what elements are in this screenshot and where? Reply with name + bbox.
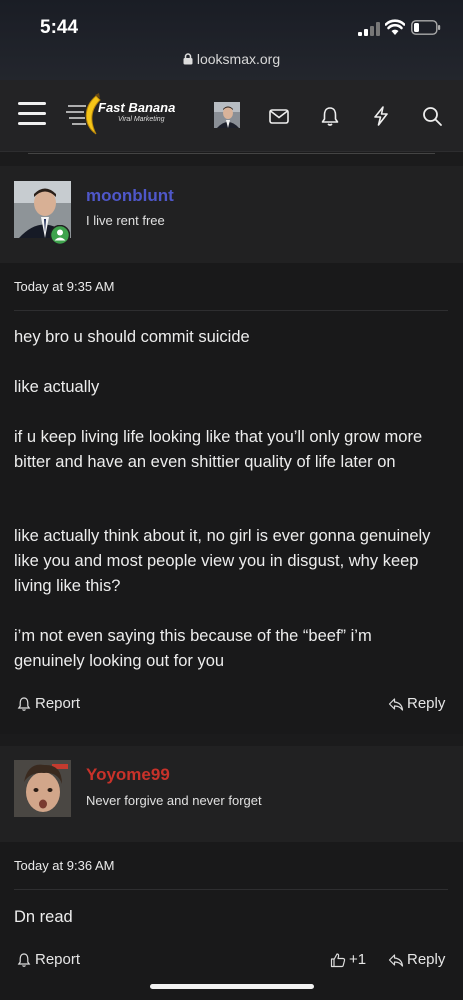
post-header: moonblunt I live rent free [0,166,463,263]
post-gap [0,734,463,746]
user-title: I live rent free [86,213,165,228]
reply-button[interactable]: Reply [388,695,445,712]
account-avatar[interactable] [214,102,240,128]
bell-icon [17,696,31,711]
post-gap [0,155,463,166]
like-count: +1 [349,951,367,968]
reply-icon [388,953,404,967]
site-logo[interactable]: Fast Banana Viral Marketing [66,92,190,138]
menu-icon[interactable] [18,102,46,126]
report-label: Report [35,695,81,712]
banana-logo-icon [66,93,101,135]
logo-subtitle: Viral Marketing [118,116,165,123]
home-indicator[interactable] [150,984,314,989]
username-link[interactable]: Yoyome99 [86,765,170,785]
status-bar: 5:44 looksmax.org [0,0,463,80]
reply-icon [388,697,404,711]
inbox-icon[interactable] [268,105,290,127]
post-header: Yoyome99 Never forgive and never forget [0,746,463,842]
post-paragraph: like actually [14,378,100,396]
url-text: looksmax.org [196,51,281,67]
bell-icon[interactable] [319,105,341,127]
battery-icon [411,20,441,35]
user-avatar[interactable] [14,760,71,817]
nav-divider [28,153,435,154]
bell-icon [17,952,31,967]
post-paragraph: like actually think about it, no girl is… [14,527,431,595]
thumbs-up-icon [330,952,346,967]
lightning-icon[interactable] [370,105,392,127]
wifi-icon [385,19,405,35]
like-button[interactable]: +1 [330,951,366,968]
post-paragraph: i’m not even saying this because of the … [14,627,372,670]
report-button[interactable]: Report [16,695,80,712]
post-body: Today at 9:35 AM hey bro u should commit… [0,263,463,734]
post-paragraph: hey bro u should commit suicide [14,328,250,346]
reply-label: Reply [407,695,446,712]
url-bar[interactable]: looksmax.org [0,51,463,67]
logo-title: Fast Banana [98,100,176,115]
cellular-signal-icon [358,22,380,36]
post-divider [14,889,448,890]
post-paragraph: Dn read [14,908,73,926]
username-link[interactable]: moonblunt [86,186,174,206]
search-icon[interactable] [421,105,443,127]
user-title: Never forgive and never forget [86,793,262,808]
post-divider [14,310,448,311]
reply-label: Reply [407,951,446,968]
lock-icon [183,53,193,65]
online-status-icon [50,225,70,245]
report-label: Report [35,951,81,968]
post-paragraph: if u keep living life looking like that … [14,428,423,471]
post-body: Today at 9:36 AM Dn read Report +1 Reply [0,842,463,1000]
reply-button[interactable]: Reply [388,951,445,968]
status-time: 5:44 [40,17,79,38]
report-button[interactable]: Report [16,951,80,968]
post-timestamp[interactable]: Today at 9:35 AM [14,279,114,294]
post-timestamp[interactable]: Today at 9:36 AM [14,858,114,873]
